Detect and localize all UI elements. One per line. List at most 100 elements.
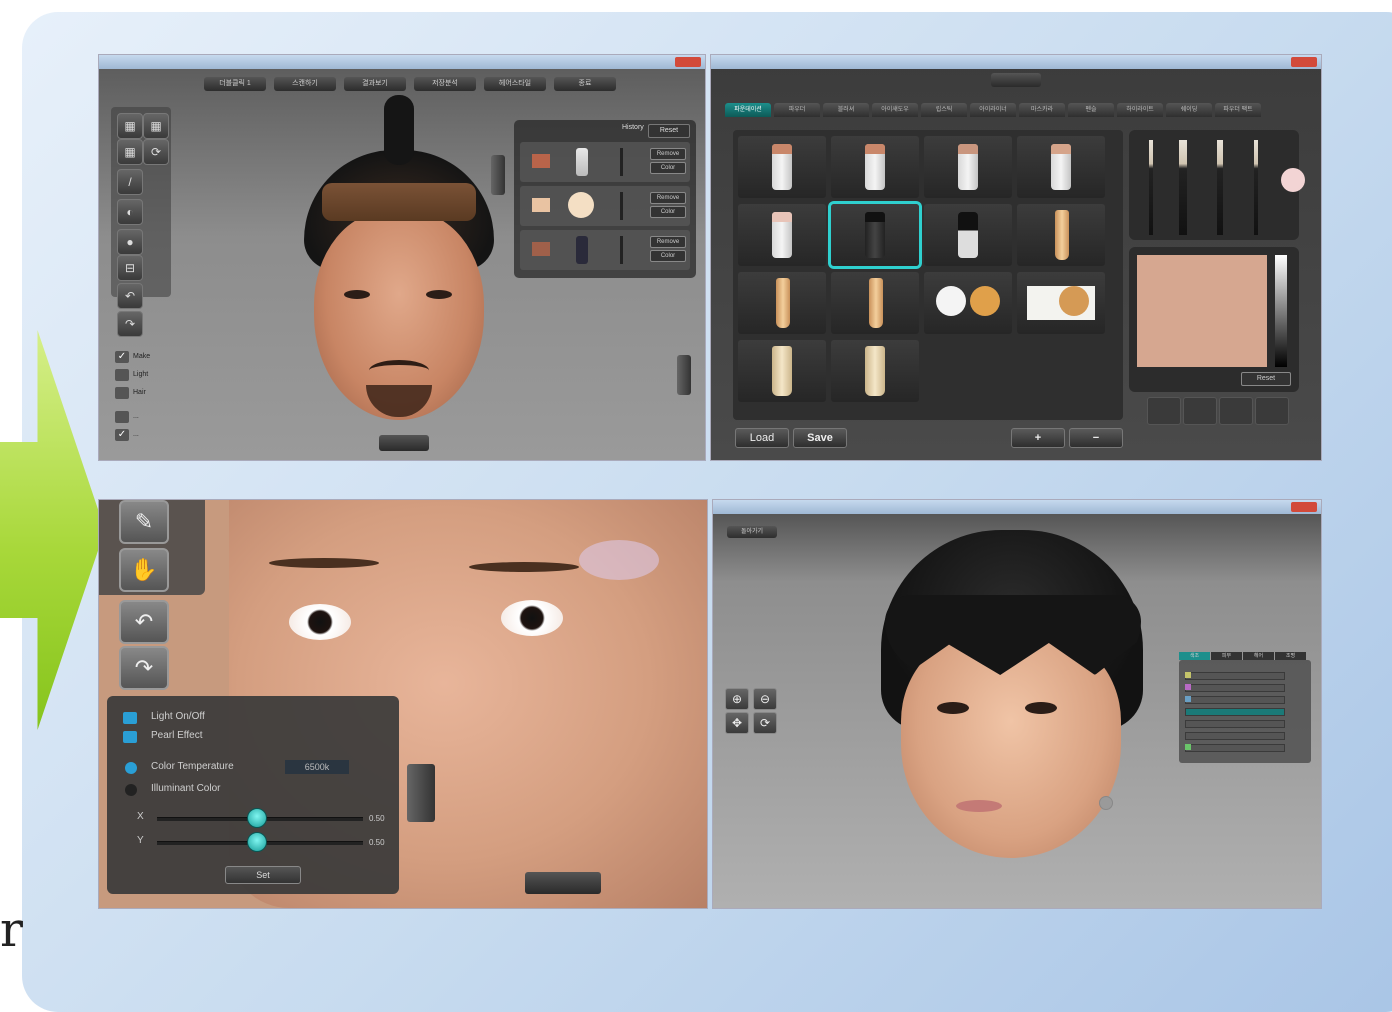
style-row[interactable] [1185, 732, 1285, 740]
product-item[interactable] [831, 136, 919, 198]
tab-category[interactable]: 하이라이트 [1117, 103, 1163, 117]
brush-icon[interactable] [1179, 140, 1187, 235]
color-slot[interactable] [1219, 397, 1253, 425]
color-swatch[interactable] [1137, 255, 1267, 367]
style-row[interactable] [1185, 672, 1285, 680]
check-icon[interactable]: ✓ [115, 351, 129, 363]
set-button[interactable]: Set [225, 866, 301, 884]
palette-icon[interactable]: ◐ [117, 199, 143, 225]
reset-button[interactable]: Reset [1241, 372, 1291, 386]
undo-icon[interactable]: ↶ [117, 283, 143, 309]
color-temp-field[interactable]: 6500k [285, 760, 349, 774]
grid-icon[interactable]: ▦ [143, 113, 169, 139]
product-item[interactable] [924, 204, 1012, 266]
bottom-handle[interactable] [525, 872, 601, 894]
checkbox[interactable] [115, 369, 129, 381]
color-button[interactable]: Color [650, 250, 686, 262]
panel-handle[interactable] [677, 355, 691, 395]
color-button[interactable]: Color [650, 206, 686, 218]
eraser-icon[interactable]: ✎ [119, 500, 169, 544]
tab-category[interactable]: 아이섀도우 [872, 103, 918, 117]
rotate-icon[interactable]: ⟳ [143, 139, 169, 165]
product-item[interactable] [1017, 272, 1105, 334]
menu-button[interactable]: 더블클릭 1 [204, 77, 266, 91]
brush-icon[interactable]: / [117, 169, 143, 195]
redo-icon[interactable]: ↷ [119, 646, 169, 690]
bottom-handle[interactable] [379, 435, 429, 451]
color-slot[interactable] [1183, 397, 1217, 425]
remove-button[interactable]: Remove [650, 236, 686, 248]
brightness-slider[interactable] [1275, 255, 1287, 367]
color-slot[interactable] [1255, 397, 1289, 425]
y-slider-knob[interactable] [247, 832, 267, 852]
zoom-out-icon[interactable]: ⊖ [753, 688, 777, 710]
close-icon[interactable] [675, 57, 701, 67]
back-button[interactable]: 돌아가기 [727, 526, 777, 538]
tab-category[interactable]: 마스카라 [1019, 103, 1065, 117]
style-row-selected[interactable] [1185, 708, 1285, 716]
tab-style[interactable]: 피부 [1211, 652, 1242, 660]
save-button[interactable]: Save [793, 428, 847, 448]
zoom-in-icon[interactable]: ⊕ [725, 688, 749, 710]
product-item[interactable] [738, 272, 826, 334]
tab-style[interactable]: 조명 [1275, 652, 1306, 660]
style-row[interactable] [1185, 720, 1285, 728]
grid-icon[interactable]: ▦ [117, 113, 143, 139]
product-item[interactable] [831, 340, 919, 402]
sponge-icon[interactable]: ● [117, 229, 143, 255]
brush-icon[interactable] [1149, 140, 1153, 235]
tab-category[interactable]: 펜슬 [1068, 103, 1114, 117]
undo-icon[interactable]: ↶ [119, 600, 169, 644]
style-row[interactable] [1185, 744, 1285, 752]
tab-style[interactable]: 헤어 [1243, 652, 1274, 660]
tab-category[interactable]: 립스틱 [921, 103, 967, 117]
top-handle[interactable] [991, 73, 1041, 87]
brush-icon[interactable] [1254, 140, 1258, 235]
remove-button[interactable]: − [1069, 428, 1123, 448]
add-button[interactable]: + [1011, 428, 1065, 448]
style-row[interactable] [1185, 684, 1285, 692]
rotate-icon[interactable]: ⟳ [753, 712, 777, 734]
eraser-icon[interactable]: ⊟ [117, 255, 143, 281]
product-item[interactable] [738, 204, 826, 266]
puff-icon[interactable] [1281, 168, 1305, 192]
check-icon[interactable]: ✓ [115, 429, 129, 441]
panel-handle[interactable] [407, 764, 435, 822]
product-item[interactable] [1017, 204, 1105, 266]
tab-category[interactable]: 블러셔 [823, 103, 869, 117]
tab-style[interactable]: 색조 [1179, 652, 1210, 660]
product-item[interactable] [924, 272, 1012, 334]
menu-button[interactable]: 결과보기 [344, 77, 406, 91]
checkbox[interactable] [115, 411, 129, 423]
pan-icon[interactable]: ✥ [725, 712, 749, 734]
radio-illuminant[interactable] [125, 784, 137, 796]
load-button[interactable]: Load [735, 428, 789, 448]
tab-category[interactable]: 파운데이션 [725, 103, 771, 117]
color-slot[interactable] [1147, 397, 1181, 425]
brush-icon[interactable] [1217, 140, 1223, 235]
color-button[interactable]: Color [650, 162, 686, 174]
remove-button[interactable]: Remove [650, 192, 686, 204]
product-item[interactable] [738, 340, 826, 402]
checkbox-pearl[interactable] [123, 731, 137, 743]
menu-button[interactable]: 종료 [554, 77, 616, 91]
tab-category[interactable]: 아이라이너 [970, 103, 1016, 117]
menu-button[interactable]: 스캔하기 [274, 77, 336, 91]
grid-icon[interactable]: ▦ [117, 139, 143, 165]
close-icon[interactable] [1291, 502, 1317, 512]
product-item[interactable] [924, 136, 1012, 198]
reset-button[interactable]: Reset [648, 124, 690, 138]
redo-icon[interactable]: ↷ [117, 311, 143, 337]
sponge-icon[interactable]: ✋ [119, 548, 169, 592]
menu-button[interactable]: 저장분석 [414, 77, 476, 91]
product-item[interactable] [738, 136, 826, 198]
product-item[interactable] [1017, 136, 1105, 198]
tab-category[interactable]: 파우더 팩트 [1215, 103, 1261, 117]
tab-category[interactable]: 파우더 [774, 103, 820, 117]
product-item[interactable] [831, 272, 919, 334]
radio-color-temp[interactable] [125, 762, 137, 774]
style-row[interactable] [1185, 696, 1285, 704]
menu-button[interactable]: 헤어스타일 [484, 77, 546, 91]
tab-category[interactable]: 쉐이딩 [1166, 103, 1212, 117]
product-item-selected[interactable] [831, 204, 919, 266]
